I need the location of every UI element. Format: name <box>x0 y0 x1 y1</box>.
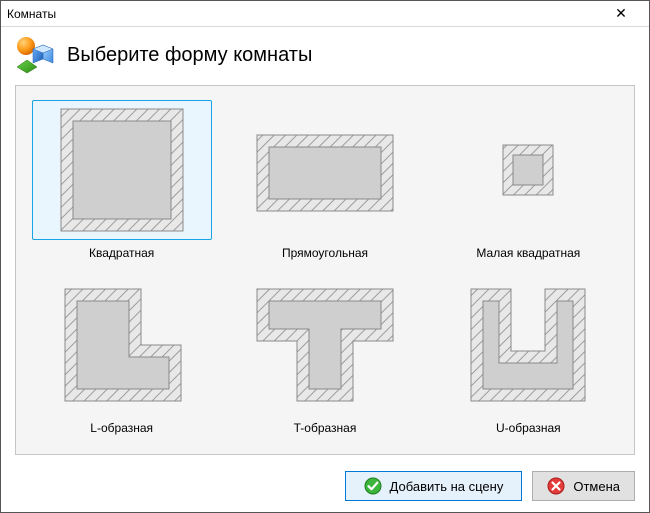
shape-preview <box>438 275 618 415</box>
shape-option-square[interactable]: Квадратная <box>20 98 223 273</box>
window-title: Комнаты <box>7 7 56 21</box>
shapes-panel: Квадратная Прямоугольная Малая квадратна… <box>15 85 635 455</box>
cancel-icon <box>547 477 565 495</box>
close-button[interactable]: ✕ <box>601 1 641 27</box>
shape-preview <box>32 275 212 415</box>
shape-option-rectangle[interactable]: Прямоугольная <box>223 98 426 273</box>
shape-label: T-образная <box>294 421 357 435</box>
titlebar: Комнаты ✕ <box>1 1 649 27</box>
cancel-label: Отмена <box>573 479 620 494</box>
ok-icon <box>364 477 382 495</box>
shape-label: U-образная <box>496 421 561 435</box>
ok-label: Добавить на сцену <box>390 479 504 494</box>
shape-option-u[interactable]: U-образная <box>427 273 630 448</box>
shape-preview <box>32 100 212 240</box>
shape-option-t[interactable]: T-образная <box>223 273 426 448</box>
cancel-button[interactable]: Отмена <box>532 471 635 501</box>
shape-label: Квадратная <box>89 246 154 260</box>
shape-option-small-square[interactable]: Малая квадратная <box>427 98 630 273</box>
shape-label: Малая квадратная <box>476 246 580 260</box>
shape-label: Прямоугольная <box>282 246 368 260</box>
shape-preview <box>235 275 415 415</box>
shape-preview <box>235 100 415 240</box>
shape-label: L-образная <box>90 421 153 435</box>
dialog-header: Выберите форму комнаты <box>1 27 649 81</box>
dialog-heading: Выберите форму комнаты <box>67 44 312 67</box>
add-to-scene-button[interactable]: Добавить на сцену <box>345 471 523 501</box>
shape-option-l[interactable]: L-образная <box>20 273 223 448</box>
close-icon: ✕ <box>615 5 627 22</box>
shapes-grid: Квадратная Прямоугольная Малая квадратна… <box>20 98 630 448</box>
dialog-footer: Добавить на сцену Отмена <box>1 461 649 501</box>
room-shapes-icon <box>15 35 55 75</box>
shape-preview <box>438 100 618 240</box>
